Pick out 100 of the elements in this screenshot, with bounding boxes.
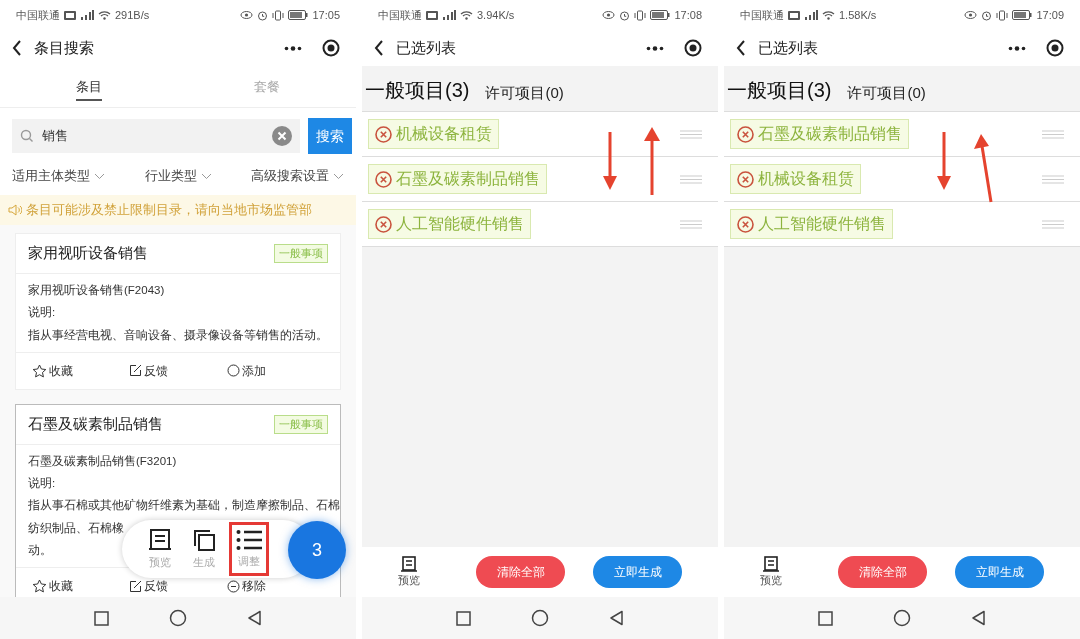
category-tab[interactable]: 一般项目(3) xyxy=(727,75,832,105)
clock-time: 17:08 xyxy=(674,7,702,23)
eye-icon xyxy=(602,10,616,20)
recent-apps-icon[interactable] xyxy=(94,610,109,626)
drag-handle-icon[interactable] xyxy=(1042,219,1064,229)
description-text: 纺织制品、石棉橡 xyxy=(28,520,124,536)
close-target-icon[interactable] xyxy=(322,39,340,57)
generate-button[interactable]: 立即生成 xyxy=(955,556,1044,588)
drag-handle-icon[interactable] xyxy=(680,219,702,229)
drag-handle-icon[interactable] xyxy=(1042,129,1064,139)
card-action[interactable]: 反馈 xyxy=(129,361,227,380)
card-action[interactable]: 反馈 xyxy=(129,577,227,595)
alarm-icon xyxy=(981,9,993,21)
chevron-down-icon xyxy=(94,172,105,180)
speaker-icon xyxy=(8,204,22,216)
remove-icon[interactable] xyxy=(737,215,754,233)
minus-circle-icon xyxy=(226,579,240,593)
category-tab[interactable]: 一般项目(3) xyxy=(365,75,470,105)
clear-icon[interactable] xyxy=(272,126,292,146)
drag-handle-icon[interactable] xyxy=(1042,174,1064,184)
vibrate-icon xyxy=(272,9,285,21)
more-icon[interactable] xyxy=(1008,45,1026,51)
back-nav-icon[interactable] xyxy=(609,610,624,626)
battery-icon xyxy=(1012,10,1033,20)
network-speed: 1.58K/s xyxy=(839,7,877,23)
home-icon[interactable] xyxy=(531,609,549,627)
category-tab[interactable]: 许可项目(0) xyxy=(485,81,564,105)
eye-icon xyxy=(240,10,254,20)
page-title: 已选列表 xyxy=(396,37,456,58)
remove-icon[interactable] xyxy=(375,170,392,188)
home-icon[interactable] xyxy=(169,609,187,627)
page-title: 条目搜索 xyxy=(34,37,94,58)
remove-icon[interactable] xyxy=(375,215,392,233)
item-tag: 机械设备租赁 xyxy=(730,164,861,194)
back-icon[interactable] xyxy=(12,40,22,56)
item-tag: 石墨及碳素制品销售 xyxy=(368,164,547,194)
drag-handle-icon[interactable] xyxy=(680,174,702,184)
card-action[interactable]: 移除 xyxy=(226,577,324,595)
filter-dropdown[interactable]: 行业类型 xyxy=(144,166,212,186)
document-icon xyxy=(401,555,417,572)
remove-icon[interactable] xyxy=(737,170,754,188)
remove-icon[interactable] xyxy=(737,125,754,143)
clock-time: 17:09 xyxy=(1036,7,1064,23)
circle-icon xyxy=(226,364,240,378)
item-code: 石墨及碳素制品销售(F3201) xyxy=(28,453,178,469)
document-icon xyxy=(763,555,779,572)
tab[interactable]: 条目 xyxy=(0,66,178,107)
clock-time: 17:05 xyxy=(312,7,340,23)
battery-icon xyxy=(650,10,671,20)
clear-all-button[interactable]: 清除全部 xyxy=(838,556,927,588)
wifi-icon xyxy=(460,10,473,20)
network-speed: 291B/s xyxy=(115,7,150,23)
card-action[interactable]: 添加 xyxy=(226,361,324,380)
item-tag: 人工智能硬件销售 xyxy=(368,209,531,239)
more-icon[interactable] xyxy=(646,45,664,51)
more-icon[interactable] xyxy=(284,45,302,51)
remove-icon[interactable] xyxy=(375,125,392,143)
recent-apps-icon[interactable] xyxy=(818,610,833,626)
card-action[interactable]: 收藏 xyxy=(32,577,130,595)
card-action[interactable]: 收藏 xyxy=(32,361,130,380)
description-text: 指从事经营电视、音响设备、摄录像设备等销售的活动。 xyxy=(28,327,328,343)
close-target-icon[interactable] xyxy=(1046,39,1064,57)
notice-text: 条目可能涉及禁止限制目录，请向当地市场监管部 xyxy=(26,201,312,219)
down-arrow-drawing xyxy=(936,132,952,192)
search-button[interactable]: 搜索 xyxy=(308,118,352,154)
chevron-down-icon xyxy=(333,172,344,180)
category-tag: 一般事项 xyxy=(274,415,328,434)
preview-button[interactable]: 预览 xyxy=(398,555,420,589)
chevron-down-icon xyxy=(200,172,212,180)
clear-all-button[interactable]: 清除全部 xyxy=(476,556,565,588)
signal-icon xyxy=(442,10,456,20)
close-target-icon[interactable] xyxy=(684,39,702,57)
network-icon xyxy=(788,10,800,20)
preview-button[interactable]: 预览 xyxy=(760,555,782,589)
back-nav-icon[interactable] xyxy=(971,610,986,626)
description-label: 说明: xyxy=(28,476,57,491)
drag-handle-icon[interactable] xyxy=(680,129,702,139)
filter-dropdown[interactable]: 高级搜索设置 xyxy=(251,166,344,186)
home-icon[interactable] xyxy=(893,609,911,627)
filter-dropdown[interactable]: 适用主体类型 xyxy=(12,166,105,186)
item-tag: 机械设备租赁 xyxy=(368,119,499,149)
back-nav-icon[interactable] xyxy=(247,610,262,626)
edit-icon xyxy=(129,579,143,593)
document-icon xyxy=(148,527,172,552)
generate-button[interactable]: 立即生成 xyxy=(593,556,682,588)
star-icon xyxy=(32,579,47,593)
down-arrow-drawing xyxy=(602,132,618,192)
network-icon xyxy=(64,10,76,20)
battery-icon xyxy=(288,10,309,20)
recent-apps-icon[interactable] xyxy=(456,610,471,626)
network-icon xyxy=(426,10,438,20)
back-icon[interactable] xyxy=(736,40,746,56)
category-tab[interactable]: 许可项目(0) xyxy=(847,81,926,105)
back-icon[interactable] xyxy=(374,40,384,56)
search-field[interactable]: 销售 xyxy=(12,119,300,153)
carrier-name: 中国联通 xyxy=(378,7,422,23)
description-text: 动。 xyxy=(28,542,52,558)
search-icon xyxy=(20,129,34,143)
wifi-icon xyxy=(822,10,835,20)
carrier-name: 中国联通 xyxy=(16,7,60,23)
